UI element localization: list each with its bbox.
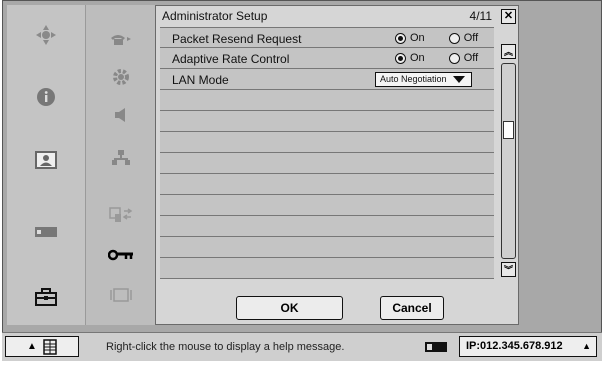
packet-resend-radio-group: On Off: [395, 32, 478, 44]
triangle-up-icon: ▲: [27, 341, 37, 352]
triangle-up-icon: ▲: [582, 341, 591, 351]
setting-label: Packet Resend Request: [172, 32, 302, 46]
help-message: Right-click the mouse to display a help …: [106, 341, 345, 353]
radio-label: On: [410, 52, 425, 64]
setting-row-adaptive-rate: Adaptive Rate Control On Off: [160, 48, 494, 69]
setting-row-packet-resend: Packet Resend Request On Off: [160, 27, 494, 48]
info-icon[interactable]: [7, 77, 85, 117]
panel-header: Administrator Setup 4/11: [156, 6, 492, 24]
empty-row: [160, 216, 494, 237]
radio-adaptive-rate-off[interactable]: Off: [448, 52, 479, 64]
radio-label: Off: [463, 32, 479, 44]
empty-row: [160, 237, 494, 258]
radio-selected-icon: [395, 32, 406, 44]
key-icon[interactable]: [86, 237, 156, 273]
radio-packet-resend-off[interactable]: Off: [448, 32, 479, 44]
adaptive-rate-radio-group: On Off: [395, 52, 478, 64]
empty-row: [160, 111, 494, 132]
setting-label: Adaptive Rate Control: [172, 52, 290, 66]
network-icon[interactable]: [86, 140, 156, 176]
empty-row: [160, 258, 494, 279]
screen: Administrator Setup 4/11 ✕ Packet Resend…: [2, 0, 602, 361]
panel-title: Administrator Setup: [162, 9, 268, 23]
settings-list: Packet Resend Request On Off Adaptive Ra…: [160, 27, 494, 279]
empty-row: [160, 174, 494, 195]
page-counter: 4/11: [469, 9, 492, 23]
scrollbar-track[interactable]: [501, 63, 516, 259]
sub-menu-rail: [85, 5, 155, 325]
setting-label: LAN Mode: [172, 73, 229, 87]
gear-icon[interactable]: [86, 59, 156, 95]
empty-row: [160, 195, 494, 216]
close-button[interactable]: ✕: [501, 9, 516, 24]
cancel-button[interactable]: Cancel: [380, 296, 444, 320]
ok-button[interactable]: OK: [236, 296, 343, 320]
menu-grid-icon: [43, 338, 57, 355]
radio-packet-resend-on[interactable]: On: [395, 32, 425, 44]
empty-row: [160, 90, 494, 111]
left-rail: [7, 5, 85, 325]
scroll-down-button[interactable]: ︾: [501, 262, 516, 277]
radio-unselected-icon: [448, 52, 460, 64]
administrator-setup-panel: Administrator Setup 4/11 ✕ Packet Resend…: [155, 5, 519, 325]
dpad-icon[interactable]: [7, 15, 85, 55]
double-chevron-down-icon: ︾: [503, 265, 513, 275]
empty-row: [160, 153, 494, 174]
empty-row: [160, 132, 494, 153]
speaker-icon[interactable]: [86, 97, 156, 133]
double-chevron-up-icon: ︽: [503, 47, 513, 57]
toolbox-icon[interactable]: [7, 277, 85, 317]
setting-row-lan-mode: LAN Mode Auto Negotiation: [160, 69, 494, 90]
close-icon: ✕: [503, 10, 514, 22]
lan-mode-select[interactable]: Auto Negotiation: [375, 72, 472, 87]
status-bar: ▲ Right-click the mouse to display a hel…: [2, 332, 602, 361]
radio-adaptive-rate-on[interactable]: On: [395, 52, 425, 64]
radio-label: On: [410, 32, 425, 44]
frame-icon[interactable]: [86, 277, 156, 313]
scrollbar-thumb[interactable]: [503, 121, 514, 139]
phone-icon[interactable]: [86, 21, 156, 57]
scroll-up-button[interactable]: ︽: [501, 44, 516, 59]
menu-toggle-button[interactable]: ▲: [5, 336, 79, 357]
device-icon[interactable]: [7, 212, 85, 252]
radio-selected-icon: [395, 52, 406, 64]
radio-label: Off: [463, 52, 479, 64]
ip-address-display[interactable]: IP:012.345.678.912 ▲: [459, 336, 597, 357]
transfer-icon[interactable]: [86, 197, 156, 233]
dropdown-arrow-icon: [453, 76, 465, 83]
ip-address: IP:012.345.678.912: [466, 340, 563, 352]
lan-connection-icon: [424, 341, 448, 356]
picture-icon[interactable]: [7, 140, 85, 180]
radio-unselected-icon: [448, 32, 460, 44]
lan-mode-value: Auto Negotiation: [380, 74, 447, 84]
